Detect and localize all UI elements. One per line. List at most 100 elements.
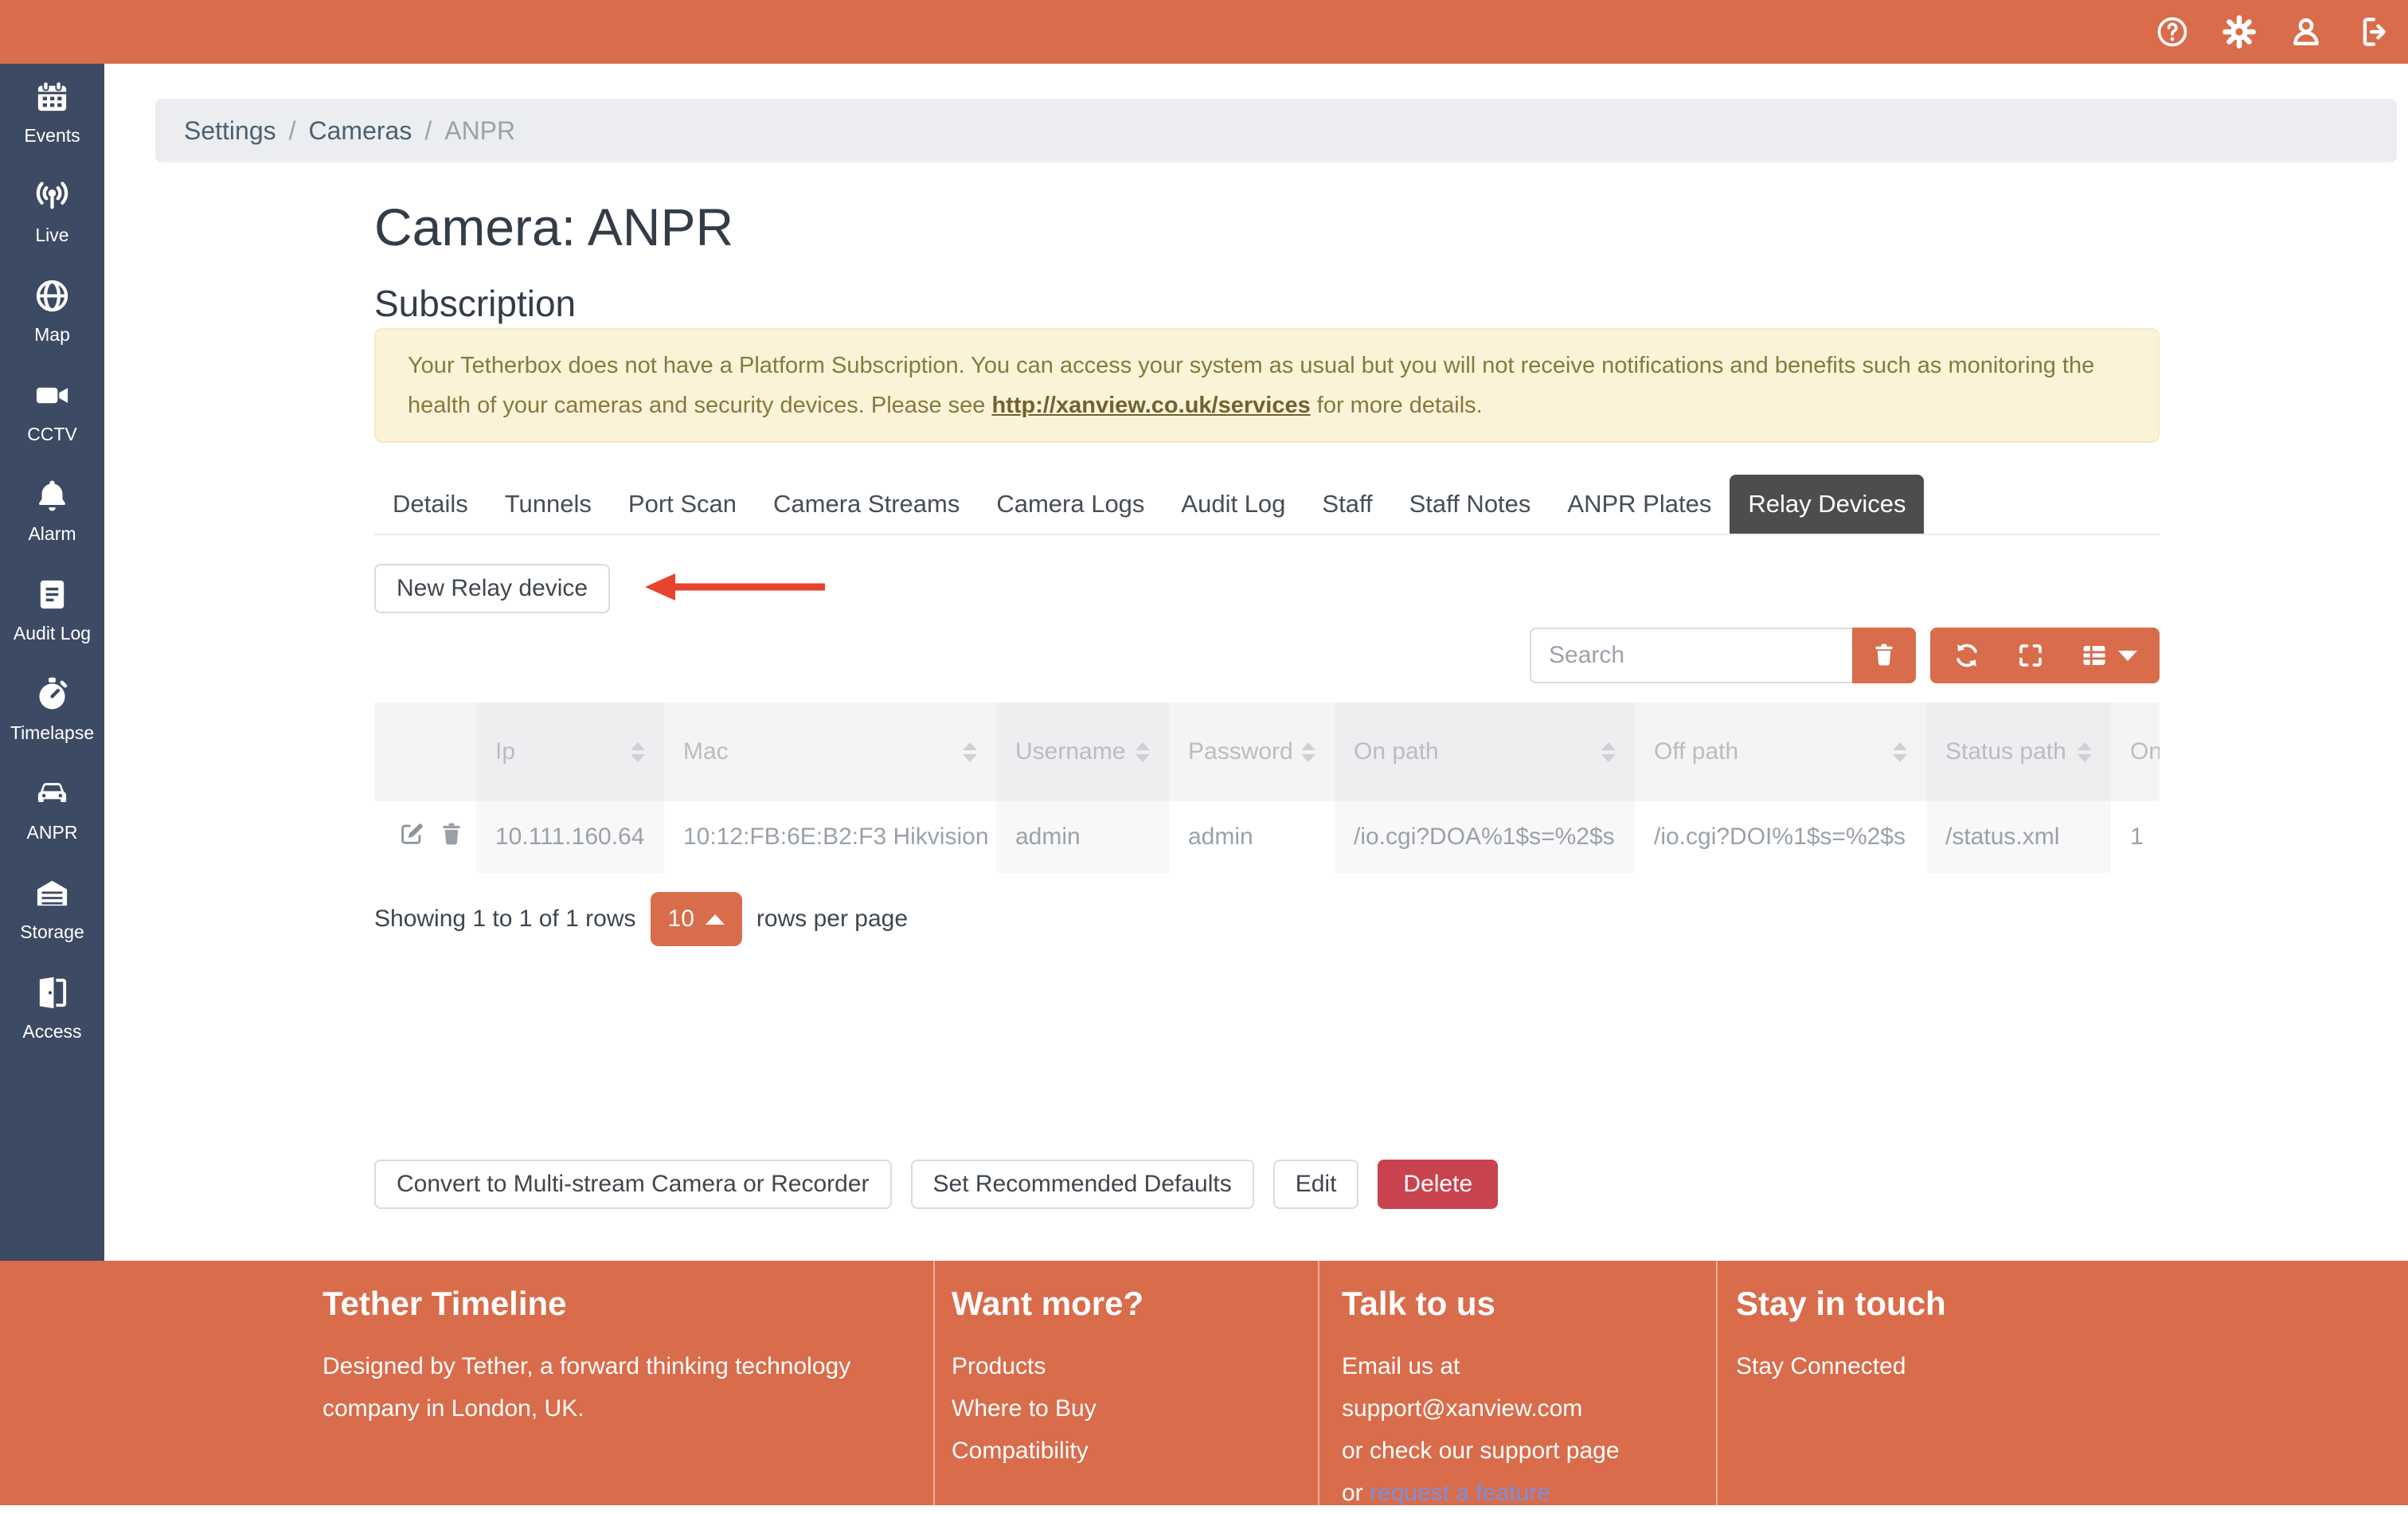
subscription-warning: Your Tetherbox does not have a Platform … <box>374 328 2160 443</box>
column-header-ip[interactable]: Ip <box>476 702 664 801</box>
services-link[interactable]: http://xanview.co.uk/services <box>991 393 1310 418</box>
sidebar-item-storage[interactable]: Storage <box>0 874 104 974</box>
trash-icon <box>1870 641 1898 671</box>
sidebar-label: Timelapse <box>10 724 94 742</box>
caret-up-icon <box>706 914 725 925</box>
logout-icon[interactable] <box>2355 14 2390 49</box>
table-controls-group <box>1930 628 2160 683</box>
delete-row-icon[interactable] <box>438 820 465 854</box>
footer-link-request-feature[interactable]: request a feature <box>1370 1480 1550 1506</box>
caret-down-icon <box>2118 651 2137 661</box>
footer-divider <box>933 1261 935 1505</box>
footer-link-products[interactable]: Products <box>952 1345 1286 1387</box>
sort-icon <box>963 742 977 762</box>
search-input[interactable] <box>1530 628 1852 683</box>
footer-heading: Tether Timeline <box>322 1285 912 1323</box>
column-header-on-value[interactable]: On <box>2111 702 2160 801</box>
tab-anpr-plates[interactable]: ANPR Plates <box>1549 475 1730 534</box>
pagination-suffix: rows per page <box>756 906 908 933</box>
columns-toggle-button[interactable] <box>2080 641 2137 670</box>
cell-on-value: 1 <box>2111 801 2160 873</box>
sidebar-label: ANPR <box>27 824 78 842</box>
video-camera-icon <box>33 377 71 418</box>
door-icon <box>33 974 71 1015</box>
tab-port-scan[interactable]: Port Scan <box>610 475 755 534</box>
help-icon[interactable] <box>2155 14 2190 49</box>
sidebar-item-alarm[interactable]: Alarm <box>0 476 104 576</box>
refresh-button[interactable] <box>1953 641 1981 670</box>
tab-tunnels[interactable]: Tunnels <box>487 475 610 534</box>
edit-button[interactable]: Edit <box>1273 1160 1359 1209</box>
footer-col-talk: Talk to us Email us at support@xanview.c… <box>1342 1285 1684 1514</box>
sort-icon <box>1601 742 1616 762</box>
sidebar-item-timelapse[interactable]: Timelapse <box>0 675 104 775</box>
footer-divider <box>1716 1261 1718 1505</box>
footer-link-support-email[interactable]: support@xanview.com <box>1342 1387 1684 1430</box>
user-icon[interactable] <box>2289 14 2324 49</box>
pagination-summary: Showing 1 to 1 of 1 rows <box>374 906 636 933</box>
column-header-on-path[interactable]: On path <box>1335 702 1635 801</box>
footer-divider <box>1318 1261 1319 1505</box>
edit-row-icon[interactable] <box>398 820 425 854</box>
page-subtitle: Subscription <box>374 284 2160 323</box>
antenna-icon <box>33 178 71 219</box>
column-header-username[interactable]: Username <box>996 702 1169 801</box>
page-footer: Tether Timeline Designed by Tether, a fo… <box>0 1261 2408 1505</box>
footer-link-where-to-buy[interactable]: Where to Buy <box>952 1387 1286 1430</box>
footer-col-tether: Tether Timeline Designed by Tether, a fo… <box>322 1285 912 1430</box>
tab-camera-logs[interactable]: Camera Logs <box>978 475 1163 534</box>
sidebar-label: Access <box>22 1023 81 1041</box>
warning-text: for more details. <box>1311 393 1483 418</box>
footer-heading: Want more? <box>952 1285 1286 1323</box>
document-icon <box>33 576 71 617</box>
sidebar-item-cctv[interactable]: CCTV <box>0 377 104 476</box>
fullscreen-button[interactable] <box>2016 641 2045 670</box>
column-header-mac[interactable]: Mac <box>664 702 996 801</box>
sort-icon <box>2078 742 2092 762</box>
footer-heading: Talk to us <box>1342 1285 1684 1323</box>
footer-text: Email us at <box>1342 1345 1684 1387</box>
topbar-icon-group <box>2155 0 2390 64</box>
footer-link-compatibility[interactable]: Compatibility <box>952 1430 1286 1472</box>
sidebar-item-live[interactable]: Live <box>0 178 104 277</box>
sidebar-item-anpr[interactable]: ANPR <box>0 775 104 874</box>
sidebar-label: Live <box>35 226 68 245</box>
sidebar-label: CCTV <box>27 425 77 444</box>
page-size-dropdown[interactable]: 10 <box>651 892 742 946</box>
sort-icon <box>631 742 645 762</box>
cell-username: admin <box>996 801 1169 873</box>
relay-devices-table-wrapper: Ip Mac Username Password On path Off pat… <box>374 702 2160 873</box>
convert-button[interactable]: Convert to Multi-stream Camera or Record… <box>374 1160 892 1209</box>
sidebar-item-map[interactable]: Map <box>0 277 104 377</box>
footer-text: or <box>1342 1480 1370 1506</box>
calendar-icon <box>33 78 71 119</box>
footer-col-want-more: Want more? Products Where to Buy Compati… <box>952 1285 1286 1472</box>
row-actions-cell <box>374 801 476 873</box>
sort-icon <box>1136 742 1150 762</box>
new-relay-device-button[interactable]: New Relay device <box>374 564 610 613</box>
tab-staff-notes[interactable]: Staff Notes <box>1391 475 1550 534</box>
clear-search-button[interactable] <box>1852 628 1916 683</box>
column-header-status-path[interactable]: Status path <box>1926 702 2111 801</box>
set-defaults-button[interactable]: Set Recommended Defaults <box>911 1160 1254 1209</box>
cell-status-path: /status.xml <box>1926 801 2111 873</box>
sidebar-item-audit-log[interactable]: Audit Log <box>0 576 104 675</box>
cell-mac: 10:12:FB:6E:B2:F3 Hikvision <box>664 801 996 873</box>
sidebar-item-access[interactable]: Access <box>0 974 104 1074</box>
breadcrumb-settings[interactable]: Settings <box>184 116 276 146</box>
column-header-off-path[interactable]: Off path <box>1635 702 1926 801</box>
gear-icon[interactable] <box>2222 14 2257 49</box>
tab-staff[interactable]: Staff <box>1304 475 1390 534</box>
table-row: 10.111.160.64 10:12:FB:6E:B2:F3 Hikvisio… <box>374 801 2160 873</box>
stopwatch-icon <box>33 675 71 717</box>
cell-on-path: /io.cgi?DOA%1$s=%2$s <box>1335 801 1635 873</box>
column-header-password[interactable]: Password <box>1169 702 1335 801</box>
tab-relay-devices[interactable]: Relay Devices <box>1730 475 1924 534</box>
sidebar-item-events[interactable]: Events <box>0 78 104 178</box>
annotation-arrow-icon <box>643 570 828 608</box>
tab-camera-streams[interactable]: Camera Streams <box>755 475 978 534</box>
footer-text: Stay Connected <box>1736 1345 2293 1387</box>
tab-audit-log[interactable]: Audit Log <box>1163 475 1304 534</box>
tab-details[interactable]: Details <box>374 475 487 534</box>
delete-button[interactable]: Delete <box>1378 1160 1498 1209</box>
